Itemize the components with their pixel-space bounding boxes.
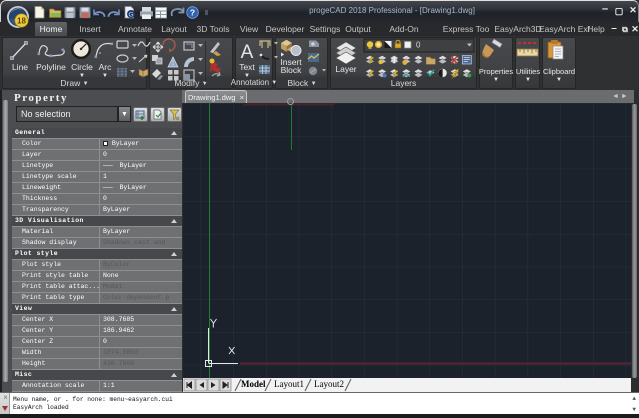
svg-text:18: 18 <box>17 17 26 26</box>
svg-text:?: ? <box>190 8 195 18</box>
svg-text:G: G <box>128 12 133 19</box>
